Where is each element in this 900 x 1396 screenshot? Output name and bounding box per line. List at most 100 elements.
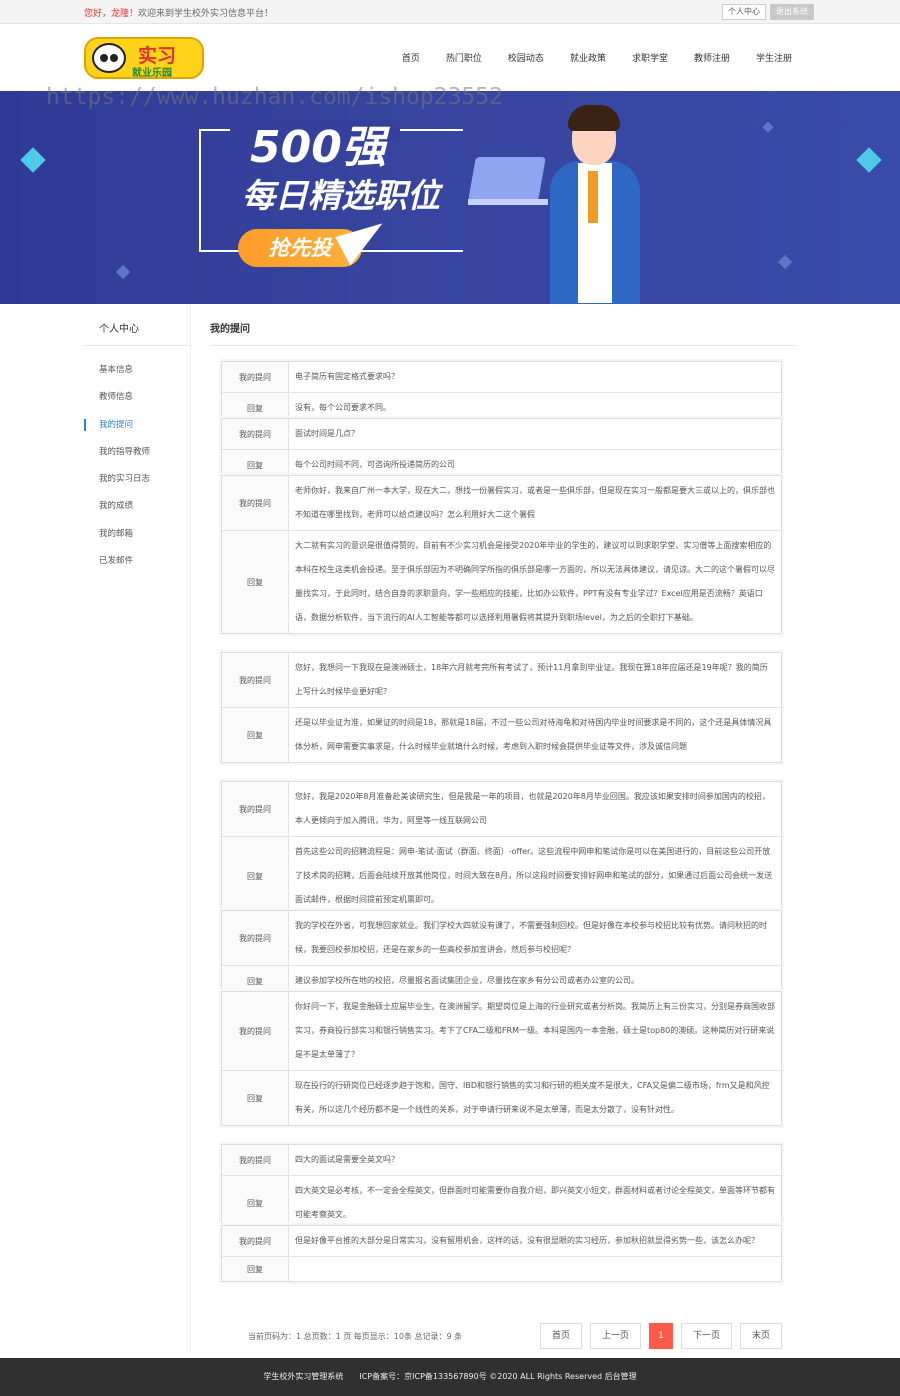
divider — [210, 345, 795, 346]
answer-label: 回复 — [222, 531, 289, 633]
main-nav: 首页 热门职位 校园动态 就业政策 求职学堂 教师注册 学生注册 — [402, 51, 792, 64]
answer-label: 回复 — [222, 1176, 289, 1230]
answer-row: 回复 首先这些公司的招聘流程是：网申-笔试-面试（群面、终面）-offer。这些流… — [222, 837, 781, 915]
nav-student-register[interactable]: 学生注册 — [756, 51, 792, 64]
mascot-icon — [92, 43, 126, 73]
question-text: 但是好像平台推的大部分是日常实习，没有留用机会，这样的话，没有很显眼的实习经历，… — [295, 1236, 759, 1245]
question-row: 我的提问 我的学校在外省，可我想回家就业。我们学校大四就没有课了，不需要强制回校。… — [222, 911, 781, 966]
divider — [84, 345, 190, 346]
qa-card: 我的提问 你好问一下，我是金融硕士应届毕业生，在澳洲留学。期望岗位是上海的行业研究… — [221, 991, 782, 1126]
answer-row: 回复 四大英文是必考核，不一定会全程英文，但群面时可能需要你自我介绍，即兴英文小短… — [222, 1176, 781, 1230]
answer-label: 回复 — [222, 1257, 289, 1281]
question-row: 我的提问 但是好像平台推的大部分是日常实习，没有留用机会，这样的话，没有很显眼的实… — [222, 1226, 781, 1257]
sidebar-item-my-mailbox[interactable]: 我的邮箱 — [84, 524, 150, 551]
question-label: 我的提问 — [222, 992, 289, 1070]
answer-text: 还是以毕业证为准，如果证的时间是18，那就是18届，不过一些公司对待海龟和对待国… — [295, 718, 772, 751]
greeting-name: 龙隆！ — [111, 9, 139, 19]
sidebar-item-basic-info[interactable]: 基本信息 — [84, 360, 150, 387]
current-page-button[interactable]: 1 — [649, 1323, 674, 1349]
question-label: 我的提问 — [222, 1226, 289, 1256]
question-row: 我的提问 您好，我是2020年8月准备赴美读研究生，但是我是一年的项目，也就是20… — [222, 782, 781, 837]
pagination: 首页 上一页 1 下一页 末页 — [540, 1323, 783, 1349]
nav-teacher-register[interactable]: 教师注册 — [694, 51, 730, 64]
pagination-info: 当前页码为：1 总页数：1 页 每页显示：10条 总记录：9 条 — [248, 1332, 463, 1341]
prev-page-button[interactable]: 上一页 — [590, 1323, 642, 1349]
answer-row: 回复 现在投行的行研岗位已经逐步趋于饱和，国守、IBD和银行销售的实习和行研的相关… — [222, 1071, 781, 1125]
sidebar-item-my-grades[interactable]: 我的成绩 — [84, 496, 150, 523]
sidebar-item-my-advisor[interactable]: 我的指导教师 — [84, 442, 150, 469]
qa-card: 我的提问 电子简历有固定格式要求吗？ 回复 没有，每个公司要求不同。 — [221, 361, 782, 424]
diamond-decor-icon — [777, 254, 793, 270]
question-row: 我的提问 四大的面试是需要全英文吗？ — [222, 1145, 781, 1176]
logout-button[interactable]: 退出系统 — [770, 4, 814, 20]
top-bar: 您好，龙隆！欢迎来到学生校外实习信息平台！ 个人中心 退出系统 — [0, 0, 900, 24]
greeting-hi: 您好， — [84, 9, 112, 19]
answer-text: 现在投行的行研岗位已经逐步趋于饱和，国守、IBD和银行销售的实习和行研的相关度不… — [295, 1081, 770, 1114]
site-logo[interactable]: 实习 就业乐园 — [84, 37, 204, 79]
footer: 学生校外实习管理系统 ICP备案号：京ICP备133567890号 ©2020 … — [0, 1358, 900, 1396]
diamond-decor-icon — [856, 147, 882, 173]
banner-title: 500强 — [250, 122, 386, 173]
question-text: 你好问一下，我是金融硕士应届毕业生，在澳洲留学。期望岗位是上海的行业研究或者分析… — [295, 1002, 775, 1059]
question-row: 我的提问 老师你好，我来自广州一本大学，现在大二，想找一份暑假实习，或者是一些俱乐… — [222, 476, 781, 531]
hero-banner[interactable]: 500强 每日精选职位 抢先投 — [0, 91, 900, 304]
nav-job-school[interactable]: 求职学堂 — [632, 51, 668, 64]
header: 实习 就业乐园 https://www.huzhan.com/ishop2355… — [0, 24, 900, 110]
greeting-text: 欢迎来到学生校外实习信息平台！ — [138, 9, 274, 19]
answer-text — [289, 1257, 781, 1281]
sidebar-item-my-questions[interactable]: 我的提问 — [84, 415, 150, 442]
qa-card: 我的提问 但是好像平台推的大部分是日常实习，没有留用机会，这样的话，没有很显眼的实… — [221, 1225, 782, 1282]
qa-card: 我的提问 我的学校在外省，可我想回家就业。我们学校大四就没有课了，不需要强制回校。… — [221, 910, 782, 997]
answer-row: 回复 — [222, 1257, 781, 1281]
nav-campus-news[interactable]: 校园动态 — [508, 51, 544, 64]
question-text: 我的学校在外省，可我想回家就业。我们学校大四就没有课了，不需要强制回校。但是好像… — [295, 921, 767, 954]
banner-subtitle: 每日精选职位 — [242, 176, 440, 215]
question-label: 我的提问 — [222, 419, 289, 449]
answer-label: 回复 — [222, 1071, 289, 1125]
qa-card: 我的提问 老师你好，我来自广州一本大学，现在大二，想找一份暑假实习，或者是一些俱乐… — [221, 475, 782, 634]
answer-text: 首先这些公司的招聘流程是：网申-笔试-面试（群面、终面）-offer。这些流程中… — [295, 847, 773, 904]
diamond-decor-icon — [20, 147, 46, 173]
next-page-button[interactable]: 下一页 — [681, 1323, 733, 1349]
qa-card: 我的提问 面试时间是几点？ 回复 每个公司时间不同，可咨询所投递简历的公司 — [221, 418, 782, 481]
answer-text: 四大英文是必考核，不一定会全程英文，但群面时可能需要你自我介绍，即兴英文小短文，… — [295, 1186, 775, 1219]
question-label: 我的提问 — [222, 362, 289, 392]
question-label: 我的提问 — [222, 476, 289, 530]
diamond-decor-icon — [762, 121, 774, 133]
answer-label: 回复 — [222, 837, 289, 915]
sidebar-item-teacher-info[interactable]: 教师信息 — [84, 387, 150, 414]
answer-row: 回复 还是以毕业证为准，如果证的时间是18，那就是18届，不过一些公司对待海龟和对… — [222, 708, 781, 762]
question-text: 四大的面试是需要全英文吗？ — [295, 1155, 399, 1164]
question-text: 您好，我想问一下我现在是澳洲硕士，18年六月就考完所有考试了，预计11月拿到毕业… — [295, 663, 768, 696]
nav-policy[interactable]: 就业政策 — [570, 51, 606, 64]
question-label: 我的提问 — [222, 782, 289, 836]
answer-row: 回复 大二就有实习的意识是很值得赞的，目前有不少实习机会是接受2020年毕业的学生… — [222, 531, 781, 633]
sidebar-title: 个人中心 — [99, 324, 139, 335]
page-title: 我的提问 — [210, 324, 250, 335]
question-row: 我的提问 您好，我想问一下我现在是澳洲硕士，18年六月就考完所有考试了，预计11月… — [222, 653, 781, 708]
sidebar-item-sent-mail[interactable]: 已发邮件 — [84, 551, 150, 578]
qa-card: 我的提问 您好，我是2020年8月准备赴美读研究生，但是我是一年的项目，也就是20… — [221, 781, 782, 916]
sidebar-item-intern-log[interactable]: 我的实习日志 — [84, 469, 150, 496]
question-label: 我的提问 — [222, 653, 289, 707]
question-text: 电子简历有固定格式要求吗？ — [295, 372, 399, 381]
question-label: 我的提问 — [222, 1145, 289, 1175]
answer-label: 回复 — [222, 708, 289, 762]
question-row: 我的提问 你好问一下，我是金融硕士应届毕业生，在澳洲留学。期望岗位是上海的行业研究… — [222, 992, 781, 1071]
question-text: 您好，我是2020年8月准备赴美读研究生，但是我是一年的项目，也就是2020年8… — [295, 792, 770, 825]
question-text: 面试时间是几点？ — [295, 429, 359, 438]
nav-hot-jobs[interactable]: 热门职位 — [446, 51, 482, 64]
answer-text: 大二就有实习的意识是很值得赞的，目前有不少实习机会是接受2020年毕业的学生的，… — [295, 541, 775, 622]
question-label: 我的提问 — [222, 911, 289, 965]
last-page-button[interactable]: 末页 — [740, 1323, 783, 1349]
question-row: 我的提问 面试时间是几点？ — [222, 419, 781, 450]
diamond-decor-icon — [115, 264, 131, 280]
nav-home[interactable]: 首页 — [402, 51, 420, 64]
sidebar-menu: 基本信息 教师信息 我的提问 我的指导教师 我的实习日志 我的成绩 我的邮箱 已… — [84, 360, 150, 578]
greeting: 您好，龙隆！欢迎来到学生校外实习信息平台！ — [84, 6, 273, 19]
watermark: https://www.huzhan.com/ishop23552 — [46, 84, 503, 110]
laptop-icon — [468, 157, 546, 201]
question-text: 老师你好，我来自广州一本大学，现在大二，想找一份暑假实习，或者是一些俱乐部，但是… — [295, 486, 775, 519]
first-page-button[interactable]: 首页 — [540, 1323, 583, 1349]
personal-center-button[interactable]: 个人中心 — [722, 4, 766, 20]
